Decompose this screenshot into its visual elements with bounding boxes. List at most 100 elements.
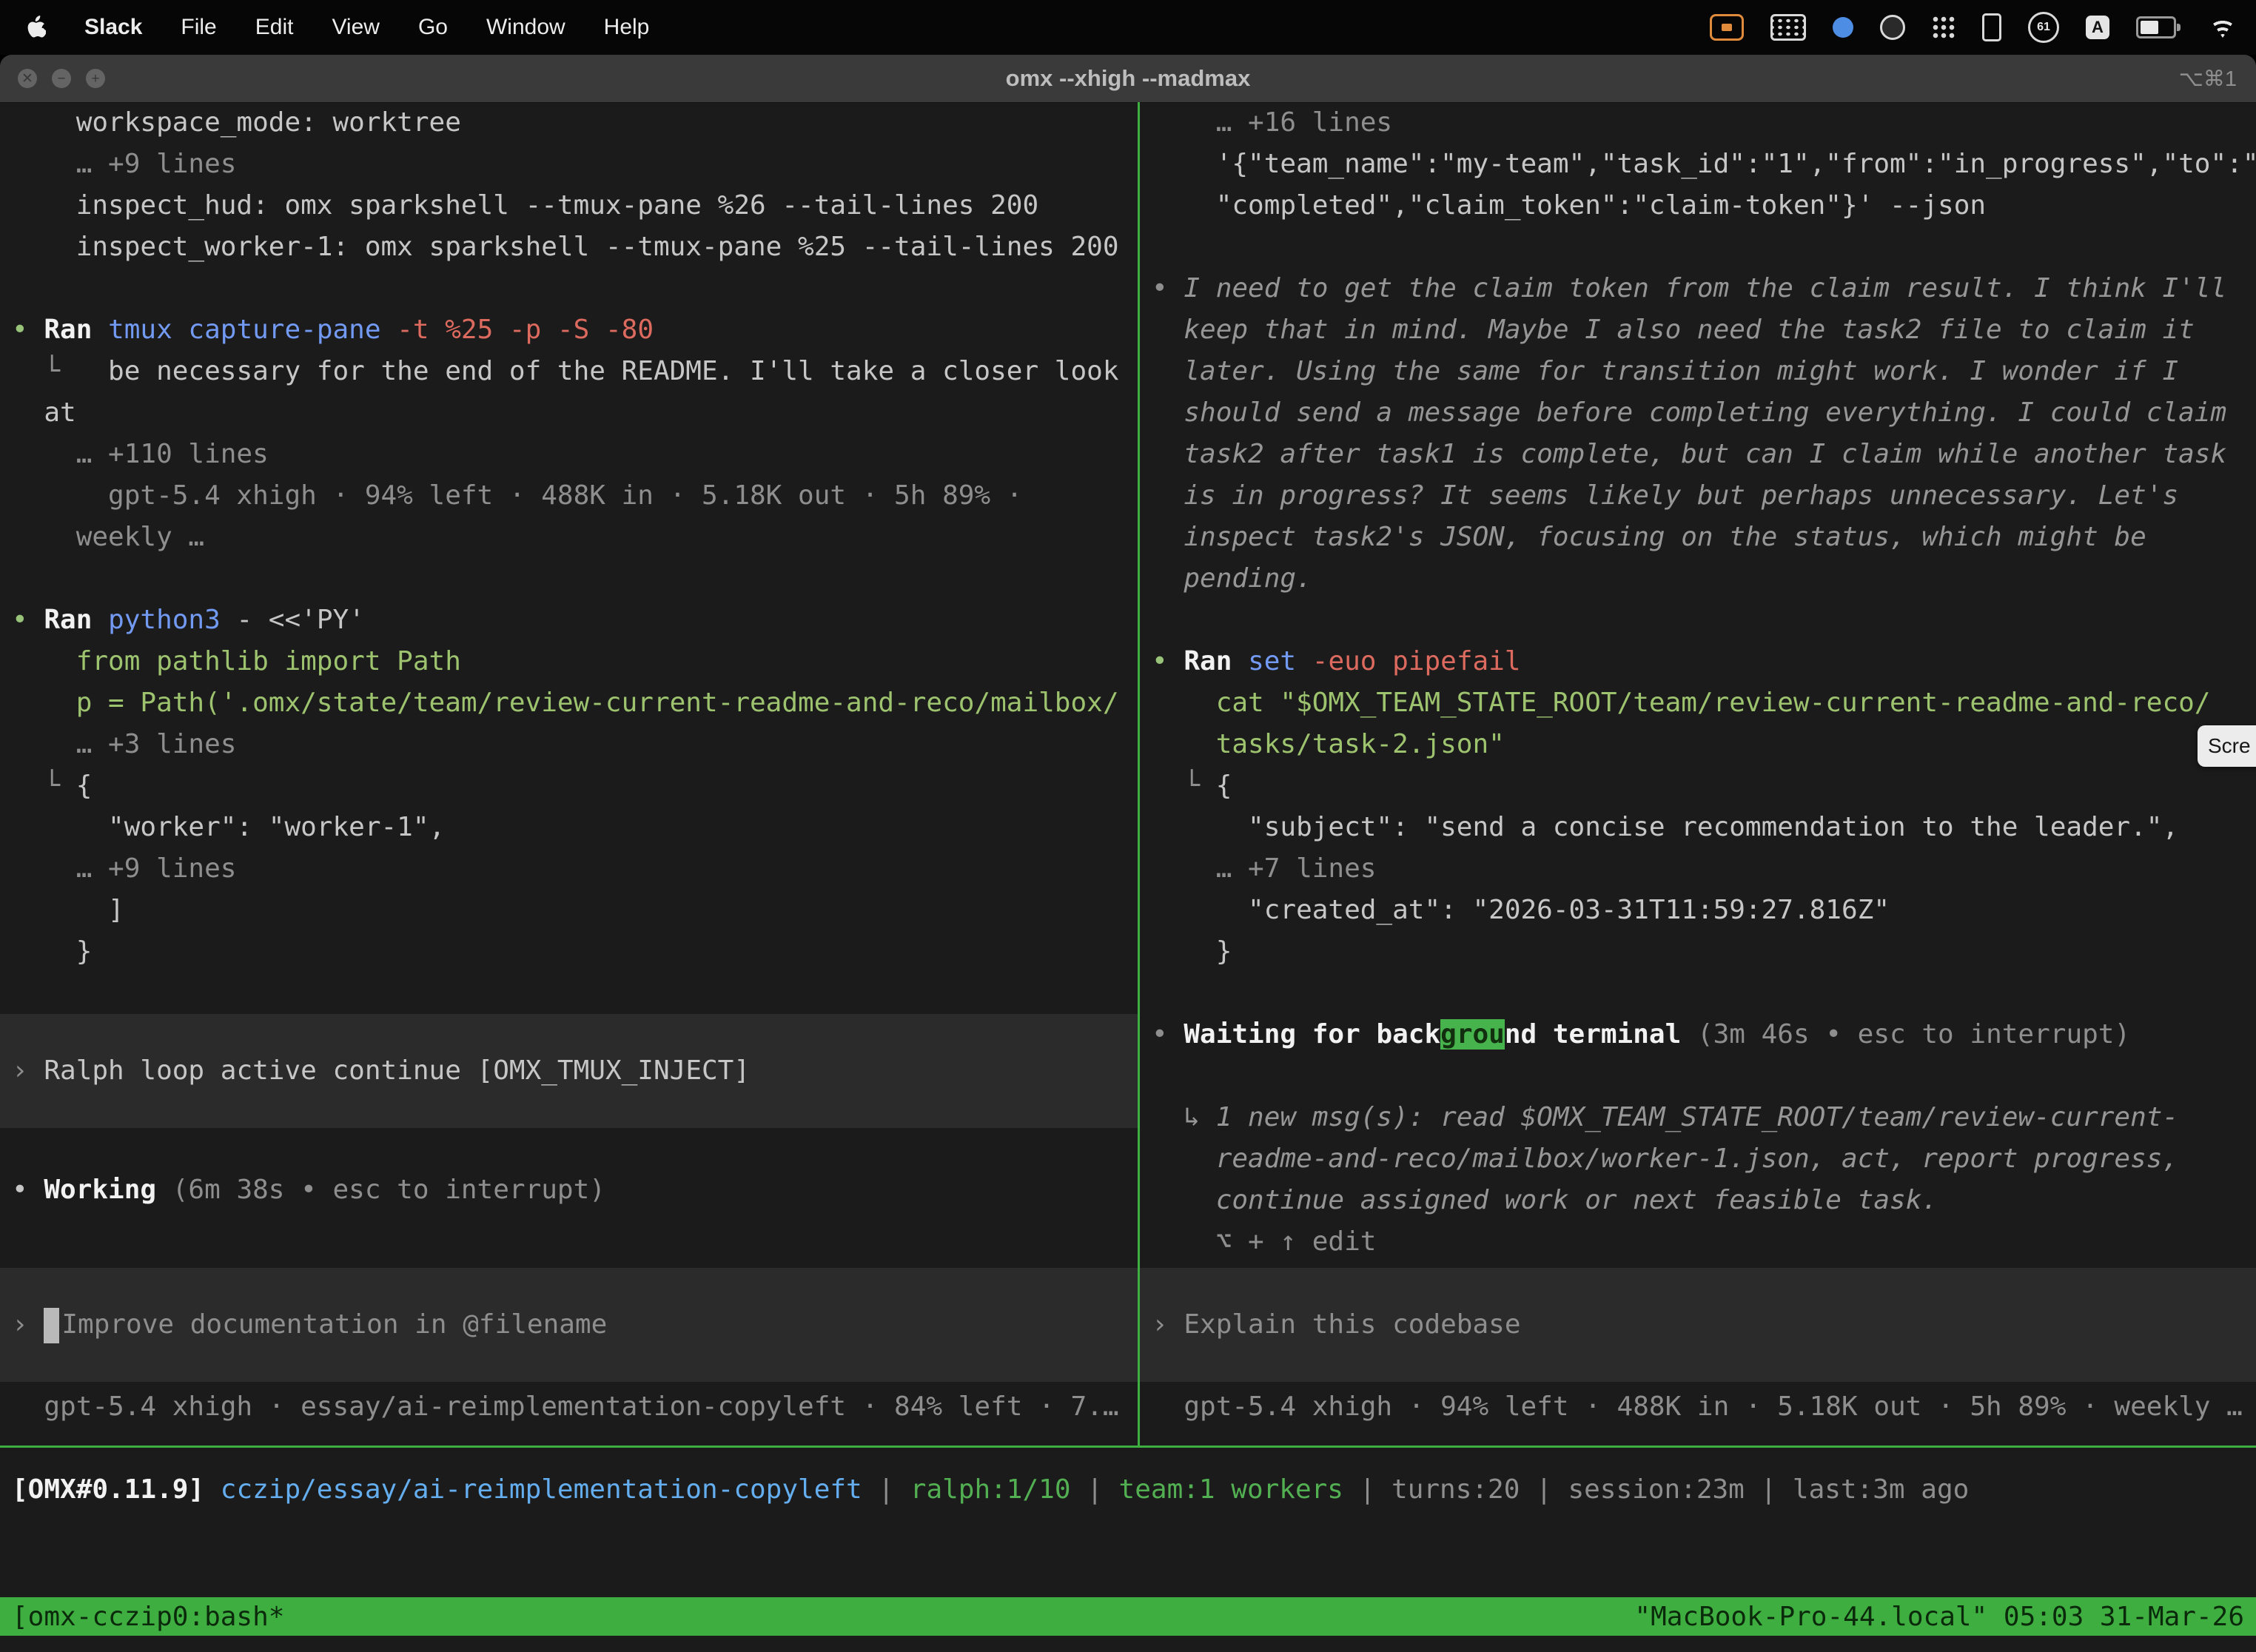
text-segment: • bbox=[12, 1175, 44, 1205]
text-segment: ralph:1/10 bbox=[910, 1474, 1071, 1505]
screen-recording-icon[interactable] bbox=[1710, 14, 1744, 41]
terminal-line: at bbox=[0, 392, 1138, 434]
text-segment: -t %25 -p -S -80 bbox=[381, 315, 654, 345]
text-segment: … +3 lines bbox=[12, 729, 236, 759]
terminal-line: • Ran tmux capture-pane -t %25 -p -S -80 bbox=[0, 309, 1138, 351]
text-segment: set bbox=[1232, 646, 1296, 676]
text-segment: task2 after task1 is complete, but can I… bbox=[1152, 439, 2226, 469]
omx-status-line: [OMX#0.11.9] cczip/essay/ai-reimplementa… bbox=[0, 1469, 2256, 1511]
round-app-icon[interactable] bbox=[1880, 15, 1905, 40]
right-pane-scrollback: … +16 lines '{"team_name":"my-team","tas… bbox=[1140, 102, 2256, 1263]
text-segment: last:3m ago bbox=[1793, 1474, 1969, 1505]
terminal-line: "subject": "send a concise recommendatio… bbox=[1140, 807, 2256, 848]
text-segment: turns:20 bbox=[1391, 1474, 1520, 1505]
screen: SlackFileEditViewGoWindowHelp 61 A ✕ − + … bbox=[0, 0, 2256, 1652]
text-segment: '{"team_name":"my-team","task_id":"1","f… bbox=[1152, 149, 2256, 179]
text-segment: Ran bbox=[44, 315, 92, 345]
terminal-line: └ be necessary for the end of the README… bbox=[0, 351, 1138, 392]
terminal-line: cat "$OMX_TEAM_STATE_ROOT/team/review-cu… bbox=[1140, 682, 2256, 724]
menu-item-edit[interactable]: Edit bbox=[236, 15, 313, 39]
apple-menu-icon[interactable] bbox=[25, 16, 46, 39]
terminal-line: tasks/task-2.json" bbox=[1140, 724, 2256, 765]
menu-item-slack[interactable]: Slack bbox=[65, 15, 161, 39]
right-pane-composer[interactable]: › Explain this codebase bbox=[1140, 1268, 2256, 1382]
terminal-line: should send a message before completing … bbox=[1140, 392, 2256, 434]
text-segment: … +9 lines bbox=[12, 149, 236, 179]
text-segment: python3 bbox=[92, 605, 220, 635]
composer-band[interactable]: › Explain this codebase bbox=[1140, 1268, 2256, 1382]
battery-percentage-badge[interactable]: 61 bbox=[2028, 12, 2059, 43]
terminal-line: • Waiting for background terminal (3m 46… bbox=[1140, 1014, 2256, 1055]
text-cursor bbox=[44, 1308, 59, 1343]
screen-share-tooltip[interactable]: Scre bbox=[2198, 725, 2256, 767]
text-segment: "completed","claim_token":"claim-token"}… bbox=[1152, 190, 1986, 221]
text-segment: (6m 38s • esc to interrupt) bbox=[156, 1175, 605, 1205]
terminal-line: later. Using the same for transition mig… bbox=[1140, 351, 2256, 392]
text-segment: } bbox=[1152, 936, 1232, 967]
text-segment: readme-and-reco/mailbox/worker-1.json, a… bbox=[1152, 1144, 2178, 1174]
text-segment: team:1 workers bbox=[1119, 1474, 1343, 1505]
text-segment: "worker": "worker-1", bbox=[12, 812, 445, 842]
left-pane-composer[interactable]: › Improve documentation in @filename bbox=[0, 1268, 1138, 1382]
text-segment: gpt-5.4 xhigh · essay/ai-reimplementatio… bbox=[12, 1391, 1119, 1422]
text-segment: | bbox=[1343, 1474, 1391, 1505]
text-segment: workspace_mode: worktree bbox=[12, 107, 461, 138]
terminal-line bbox=[0, 1128, 1138, 1169]
text-segment: gpt-5.4 xhigh · 94% left · 488K in · 5.1… bbox=[12, 480, 1022, 511]
text-segment: later. Using the same for transition mig… bbox=[1152, 356, 2178, 386]
menu-bar-left: SlackFileEditViewGoWindowHelp bbox=[0, 15, 668, 40]
input-source-icon[interactable]: A bbox=[2086, 16, 2109, 39]
composer-band[interactable]: › Improve documentation in @filename bbox=[0, 1268, 1138, 1382]
text-segment: session:23m bbox=[1568, 1474, 1744, 1505]
window-titlebar[interactable]: ✕ − + omx --xhigh --madmax ⌥⌘1 bbox=[0, 55, 2256, 103]
menu-item-view[interactable]: View bbox=[312, 15, 398, 39]
terminal-line bbox=[0, 973, 1138, 1014]
menu-items: SlackFileEditViewGoWindowHelp bbox=[65, 15, 668, 40]
panes-bottom-divider bbox=[0, 1446, 2256, 1448]
text-segment: I need to get the claim token from the c… bbox=[1184, 273, 2226, 303]
blue-app-icon[interactable] bbox=[1833, 17, 1853, 38]
terminal-line: inspect_hud: omx sparkshell --tmux-pane … bbox=[0, 185, 1138, 226]
text-segment: p = Path('.omx/state/team/review-current… bbox=[12, 688, 1119, 718]
iphone-mirroring-icon[interactable] bbox=[1982, 13, 2001, 41]
text-segment: cat "$OMX_TEAM_STATE_ROOT/team/review-cu… bbox=[1152, 688, 2210, 718]
composer-band[interactable]: › Ralph loop active continue [OMX_TMUX_I… bbox=[0, 1014, 1138, 1128]
window-title: omx --xhigh --madmax bbox=[0, 65, 2256, 92]
menu-item-help[interactable]: Help bbox=[585, 15, 669, 39]
menu-item-file[interactable]: File bbox=[161, 15, 235, 39]
text-segment: tmux capture-pane bbox=[92, 315, 380, 345]
terminal-line bbox=[1140, 1055, 2256, 1097]
terminal-line: … +9 lines bbox=[0, 848, 1138, 890]
text-segment: └ bbox=[12, 356, 108, 386]
text-segment: • bbox=[1152, 1019, 1184, 1050]
text-segment: › bbox=[12, 1055, 44, 1086]
menu-item-go[interactable]: Go bbox=[399, 15, 467, 39]
wifi-icon[interactable] bbox=[2209, 17, 2237, 38]
window-shortcut-hint: ⌥⌘1 bbox=[2178, 66, 2237, 92]
text-segment: | bbox=[862, 1474, 910, 1505]
terminal-line bbox=[0, 558, 1138, 600]
keyboard-brightness-icon[interactable] bbox=[1770, 14, 1806, 41]
terminal-line: continue assigned work or next feasible … bbox=[1140, 1180, 2256, 1221]
terminal-line: pending. bbox=[1140, 558, 2256, 600]
tmux-session-label: [omx-cczip0:bash* bbox=[0, 1602, 284, 1632]
right-terminal-pane[interactable]: … +16 lines '{"team_name":"my-team","tas… bbox=[1140, 102, 2256, 1446]
text-segment: ⌥ + ↑ edit bbox=[1152, 1226, 1376, 1257]
terminal-line: … +3 lines bbox=[0, 724, 1138, 765]
terminal-line: } bbox=[1140, 931, 2256, 973]
left-terminal-pane[interactable]: workspace_mode: worktree … +9 lines insp… bbox=[0, 102, 1138, 1446]
terminal-line: … +9 lines bbox=[0, 144, 1138, 185]
terminal-line: inspect_worker-1: omx sparkshell --tmux-… bbox=[0, 226, 1138, 268]
battery-icon[interactable] bbox=[2136, 16, 2176, 38]
launchpad-icon[interactable] bbox=[1932, 16, 1955, 39]
terminal-line bbox=[1140, 226, 2256, 268]
terminal-line: • Working (6m 38s • esc to interrupt) bbox=[0, 1169, 1138, 1211]
menu-item-window[interactable]: Window bbox=[467, 15, 585, 39]
terminal-line: └ { bbox=[0, 765, 1138, 807]
text-segment: Working bbox=[44, 1175, 156, 1205]
terminal-line: ⌥ + ↑ edit bbox=[1140, 1221, 2256, 1263]
text-segment: tasks/task-2.json" bbox=[1152, 729, 1505, 759]
text-segment: Waiting for back bbox=[1184, 1019, 1440, 1050]
text-segment: • bbox=[12, 315, 44, 345]
text-segment: nd terminal bbox=[1505, 1019, 1681, 1050]
